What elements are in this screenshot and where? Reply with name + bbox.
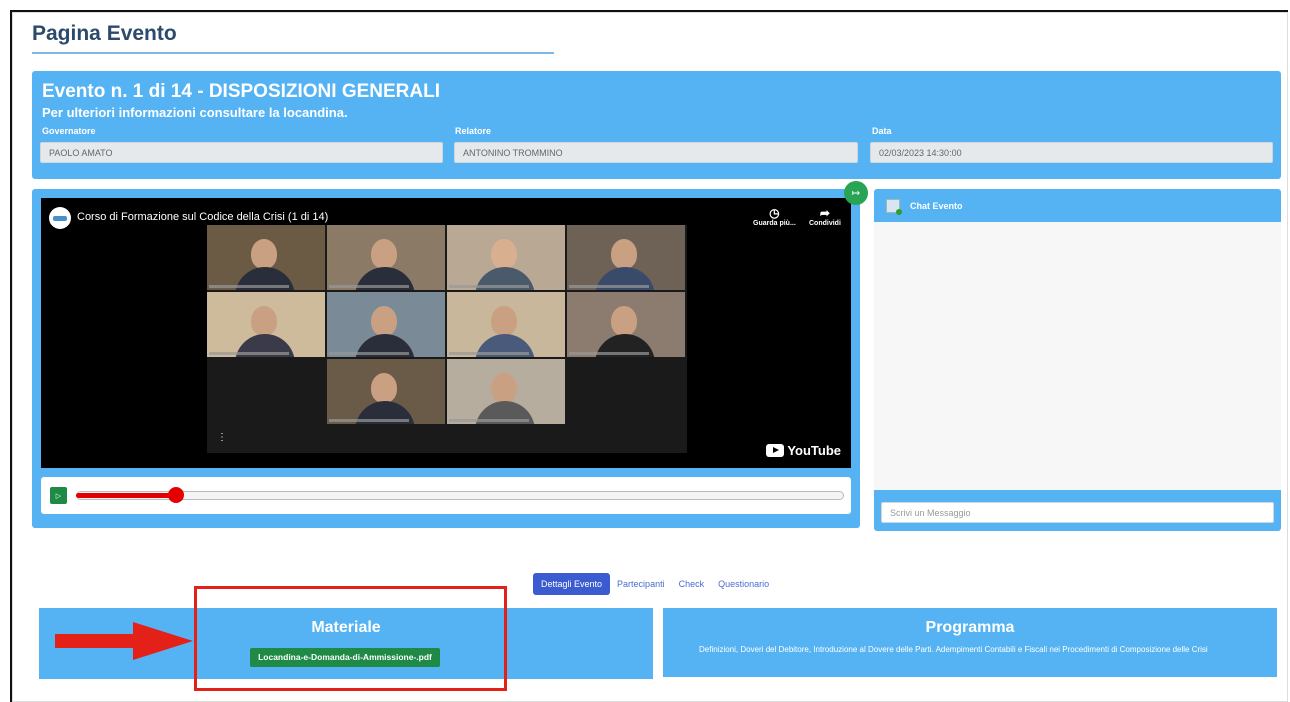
event-tabs: Dettagli Evento Partecipanti Check Quest…: [533, 573, 776, 595]
chat-title: Chat Evento: [910, 201, 963, 211]
progress-track[interactable]: [76, 491, 844, 500]
data-field: 02/03/2023 14:30:00: [870, 142, 1273, 163]
participants-grid: [207, 225, 687, 453]
share-icon: ➦: [819, 206, 830, 220]
participant-tile: [327, 225, 445, 290]
more-options-icon[interactable]: ⋮: [217, 432, 227, 443]
relatore-label: Relatore: [455, 126, 492, 136]
data-label: Data: [872, 126, 892, 136]
youtube-brand-label: YouTube: [787, 443, 841, 458]
chat-header: Chat Evento: [886, 199, 963, 215]
player-controls: ▷: [41, 477, 851, 514]
avatar: [886, 199, 902, 215]
youtube-player[interactable]: Corso di Formazione sul Codice della Cri…: [41, 198, 851, 468]
programma-title: Programma: [925, 619, 1015, 636]
page-title: Pagina Evento: [32, 22, 177, 45]
chat-message-input[interactable]: Scrivi un Messaggio: [881, 502, 1274, 523]
participant-tile: [207, 292, 325, 357]
participant-tile: [327, 292, 445, 357]
red-arrow-icon: [55, 622, 193, 660]
participant-tile: [447, 292, 565, 357]
exit-fullscreen-button[interactable]: ↦: [844, 181, 868, 205]
participant-tile: [327, 359, 445, 424]
progress-fill: [76, 493, 176, 498]
governatore-field: PAOLO AMATO: [40, 142, 443, 163]
share-button[interactable]: ➦ Condividi: [809, 206, 841, 227]
youtube-play-icon: [766, 444, 785, 457]
event-subtitle: Per ulteriori informazioni consultare la…: [42, 105, 348, 120]
watch-later-label: Guarda più...: [753, 220, 796, 227]
chat-messages[interactable]: [874, 222, 1281, 490]
youtube-brand[interactable]: YouTube: [766, 443, 841, 458]
governatore-label: Governatore: [42, 126, 96, 136]
tab-dettagli-evento[interactable]: Dettagli Evento: [533, 573, 611, 595]
participant-tile: [447, 359, 565, 424]
participant-tile: [567, 225, 685, 290]
event-title: Evento n. 1 di 14 - DISPOSIZIONI GENERAL…: [42, 81, 441, 102]
watch-later-button[interactable]: ◷ Guarda più...: [753, 206, 796, 227]
clock-icon: ◷: [769, 206, 780, 220]
event-info-panel: Evento n. 1 di 14 - DISPOSIZIONI GENERAL…: [32, 71, 1281, 179]
video-panel: Corso di Formazione sul Codice della Cri…: [32, 189, 860, 528]
programma-text: Definizioni, Doveri del Debitore, Introd…: [699, 645, 1208, 654]
progress-handle[interactable]: [168, 487, 184, 503]
programma-panel: Programma Definizioni, Doveri del Debito…: [663, 608, 1277, 677]
share-label: Condividi: [809, 220, 841, 227]
channel-logo-icon[interactable]: [49, 207, 71, 229]
title-underline: [32, 52, 554, 54]
chat-panel: Chat Evento Scrivi un Messaggio: [874, 189, 1281, 531]
play-button[interactable]: ▷: [50, 487, 67, 504]
participant-tile: [567, 292, 685, 357]
highlight-box: [194, 586, 507, 691]
tab-partecipanti[interactable]: Partecipanti: [610, 573, 672, 595]
video-title[interactable]: Corso di Formazione sul Codice della Cri…: [77, 211, 328, 223]
tab-check[interactable]: Check: [672, 573, 712, 595]
participant-tile: [447, 225, 565, 290]
relatore-field: ANTONINO TROMMINO: [454, 142, 858, 163]
tab-questionario[interactable]: Questionario: [711, 573, 776, 595]
participant-tile: [207, 225, 325, 290]
